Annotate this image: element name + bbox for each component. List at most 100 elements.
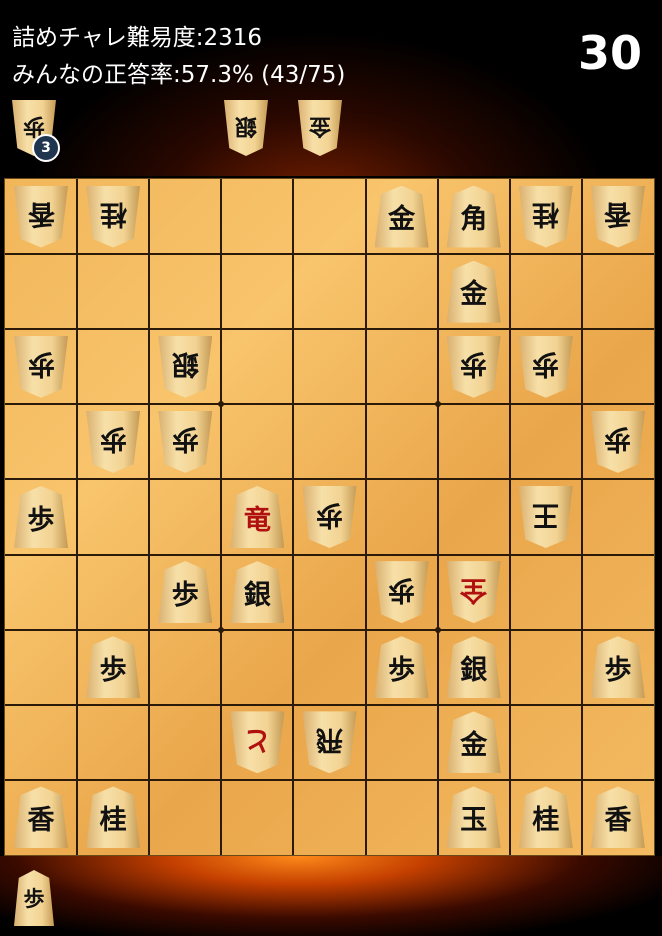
- piece-gote[interactable]: 桂: [518, 185, 573, 248]
- grid-line: [436, 179, 439, 855]
- piece-label: 香: [604, 198, 632, 230]
- piece-label: 歩: [99, 423, 127, 455]
- piece-label: 歩: [27, 348, 55, 380]
- star-point: [434, 401, 441, 408]
- piece-sente[interactable]: 玉: [446, 786, 501, 849]
- piece-label: 全: [460, 573, 488, 605]
- piece-label: 歩: [604, 423, 632, 455]
- piece-label: 銀: [234, 113, 257, 139]
- piece-sente[interactable]: 竜: [230, 486, 285, 548]
- piece-gote[interactable]: 王: [518, 486, 573, 548]
- piece-gote[interactable]: 銀: [158, 335, 213, 398]
- piece-label: 歩: [316, 498, 343, 530]
- piece-sente[interactable]: 金: [446, 711, 501, 774]
- grid-line: [5, 328, 654, 331]
- piece-label: 竜: [243, 504, 271, 536]
- piece-gote[interactable]: 香: [590, 185, 645, 248]
- countdown-timer: 30: [577, 26, 642, 80]
- grid-line: [5, 553, 654, 556]
- piece-gote[interactable]: 銀: [224, 100, 268, 156]
- shogi-board[interactable]: 香桂金角桂香金歩銀歩歩歩歩歩歩竜歩王歩銀歩全歩歩銀歩と飛金香桂玉桂香: [4, 178, 655, 856]
- piece-label: 歩: [604, 654, 632, 686]
- grid-line: [76, 179, 79, 855]
- piece-label: 銀: [171, 348, 199, 380]
- piece-gote[interactable]: 歩: [86, 410, 141, 473]
- grid-line: [5, 478, 654, 481]
- hand-count-badge: 3: [32, 134, 60, 162]
- piece-gote[interactable]: 歩: [14, 335, 69, 398]
- grid-line: [148, 179, 151, 855]
- grid-line: [5, 703, 654, 706]
- piece-label: 歩: [532, 348, 560, 380]
- piece-gote[interactable]: 歩: [374, 561, 429, 624]
- piece-sente[interactable]: 桂: [518, 786, 573, 849]
- piece-label: 桂: [532, 804, 560, 836]
- grid-line: [5, 778, 654, 781]
- piece-label: 歩: [27, 504, 55, 536]
- accuracy-label: みんなの正答率:57.3% (43/75): [12, 62, 346, 88]
- piece-label: 金: [460, 279, 488, 311]
- piece-label: と: [243, 723, 271, 755]
- piece-sente[interactable]: 歩: [374, 636, 429, 699]
- grid-line: [5, 253, 654, 256]
- piece-sente[interactable]: 歩: [14, 486, 69, 548]
- piece-label: 金: [388, 204, 416, 236]
- piece-label: 銀: [460, 654, 488, 686]
- piece-sente[interactable]: 桂: [86, 786, 141, 849]
- grid-line: [364, 179, 367, 855]
- piece-gote[interactable]: 金: [298, 100, 342, 156]
- piece-sente[interactable]: 銀: [446, 636, 501, 699]
- grid-line: [508, 179, 511, 855]
- grid-line: [220, 179, 223, 855]
- piece-sente[interactable]: 金: [374, 185, 429, 248]
- piece-label: 金: [308, 113, 331, 139]
- piece-sente[interactable]: 歩: [158, 561, 213, 624]
- piece-gote[interactable]: 歩: [302, 486, 357, 548]
- piece-sente[interactable]: 歩: [590, 636, 645, 699]
- star-point: [218, 401, 225, 408]
- star-point: [434, 626, 441, 633]
- piece-gote[interactable]: 飛: [302, 711, 357, 774]
- piece-label: 歩: [460, 348, 488, 380]
- piece-gote[interactable]: 歩: [446, 335, 501, 398]
- piece-label: 歩: [171, 423, 199, 455]
- piece-label: 香: [27, 804, 55, 836]
- grid-line: [5, 628, 654, 631]
- piece-label: 歩: [23, 886, 45, 911]
- piece-gote[interactable]: 全: [446, 561, 501, 624]
- piece-sente[interactable]: 歩: [86, 636, 141, 699]
- piece-label: 王: [532, 498, 560, 530]
- piece-gote[interactable]: 歩: [518, 335, 573, 398]
- piece-label: 飛: [316, 723, 343, 755]
- piece-label: 香: [27, 198, 55, 230]
- piece-gote[interactable]: と: [230, 711, 285, 774]
- piece-sente[interactable]: 香: [590, 786, 645, 849]
- difficulty-label: 詰めチャレ難易度:2316: [12, 25, 263, 51]
- piece-label: 玉: [460, 804, 488, 836]
- piece-gote[interactable]: 桂: [86, 185, 141, 248]
- piece-label: 香: [604, 804, 632, 836]
- footer-bar: 歩: [0, 856, 662, 936]
- grid-line: [580, 179, 583, 855]
- piece-label: 歩: [388, 654, 416, 686]
- piece-label: 歩: [388, 573, 416, 605]
- piece-label: 角: [460, 204, 488, 236]
- piece-sente[interactable]: 金: [446, 260, 501, 323]
- piece-label: 桂: [99, 198, 127, 230]
- piece-gote[interactable]: 歩: [590, 410, 645, 473]
- piece-sente[interactable]: 角: [446, 185, 501, 248]
- piece-label: 桂: [532, 198, 560, 230]
- piece-label: 桂: [99, 804, 127, 836]
- piece-label: 銀: [243, 579, 271, 611]
- grid-line: [5, 403, 654, 406]
- piece-label: 金: [460, 729, 488, 761]
- piece-sente[interactable]: 歩: [14, 870, 54, 926]
- piece-gote[interactable]: 香: [14, 185, 69, 248]
- piece-label: 歩: [171, 579, 199, 611]
- piece-sente[interactable]: 銀: [230, 561, 285, 624]
- piece-sente[interactable]: 香: [14, 786, 69, 849]
- header-bar: 詰めチャレ難易度:2316 みんなの正答率:57.3% (43/75) 30 歩…: [0, 0, 662, 176]
- piece-gote[interactable]: 歩: [158, 410, 213, 473]
- star-point: [218, 626, 225, 633]
- grid-line: [292, 179, 295, 855]
